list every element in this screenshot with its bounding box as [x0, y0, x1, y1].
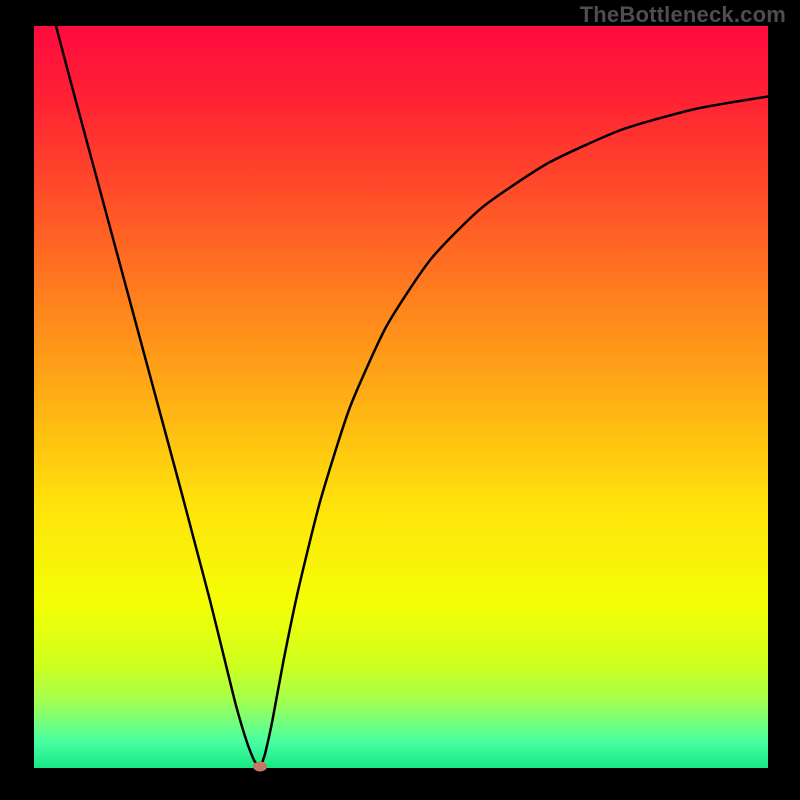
chart-container: TheBottleneck.com	[0, 0, 800, 800]
plot-area	[34, 26, 768, 768]
watermark-text: TheBottleneck.com	[580, 2, 786, 28]
bottleneck-chart	[0, 0, 800, 800]
optimum-marker	[253, 762, 267, 772]
